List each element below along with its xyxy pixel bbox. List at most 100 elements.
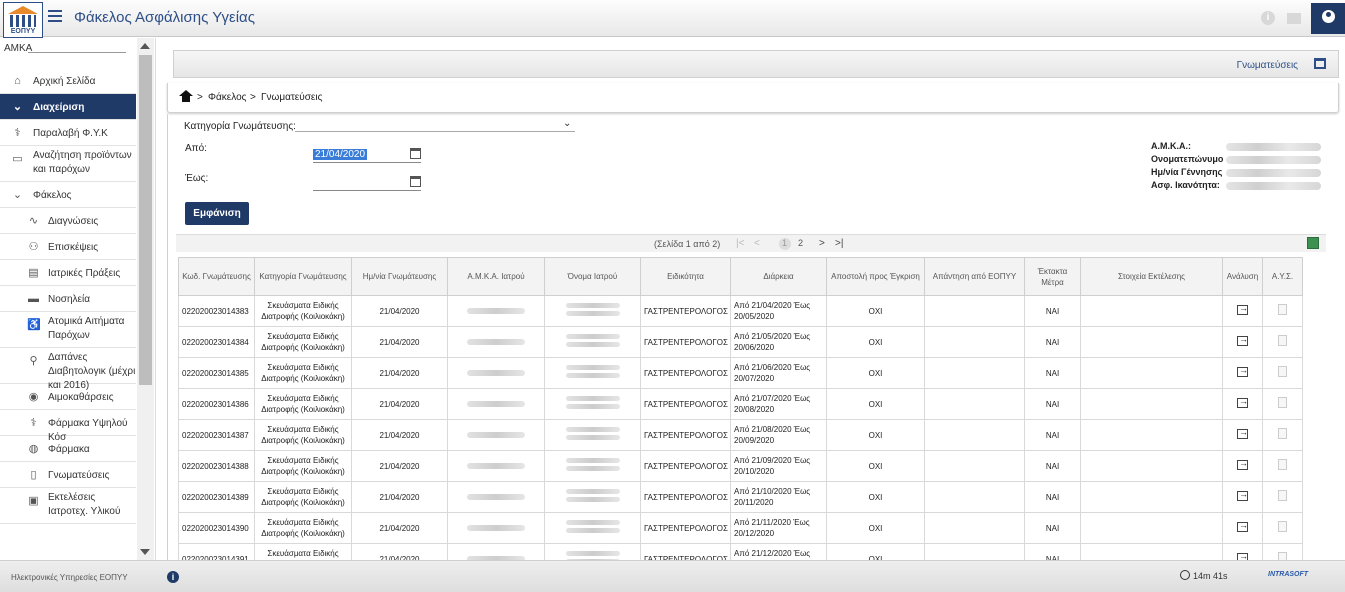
to-date-input[interactable] [313,175,421,191]
column-header[interactable]: Ημ/νία Γνωμάτευσης [351,257,448,296]
page-2[interactable]: 2 [798,238,803,248]
sidebar-item[interactable]: ▭ Αναζήτηση προϊόντων και παρόχων [0,146,136,182]
column-header[interactable]: Ειδικότητα [640,257,731,296]
sidebar-item[interactable]: ◉ Αιμοκαθάρσεις [0,384,136,410]
cell-category: Σκευάσματα Ειδικής Διατροφής (Κοιλιοκάκη… [254,450,352,482]
cell-duration: Από 21/07/2020 Έως 20/08/2020 [730,388,827,420]
open-analysis-icon[interactable] [1237,458,1248,470]
home-icon[interactable] [179,90,193,103]
table-row[interactable]: 022020023014387 Σκευάσματα Ειδικής Διατρο… [178,419,1303,451]
table-row[interactable]: 022020023014390 Σκευάσματα Ειδικής Διατρο… [178,512,1303,544]
hamburger-menu-icon[interactable] [48,10,62,24]
print-icon[interactable] [1314,58,1326,69]
open-analysis-icon[interactable] [1237,396,1248,408]
logo-text: ΕΟΠΥΥ [10,28,36,35]
sidebar-item[interactable]: ⚕ Φάρμακα Υψηλού Κόσ [0,410,136,443]
cell-eopyy-response [924,326,1025,358]
prev-page-icon[interactable]: < [754,238,760,249]
sidebar-item[interactable]: ▤ Ιατρικές Πράξεις [0,260,136,286]
last-page-icon[interactable]: >| [835,238,843,249]
table-row[interactable]: 022020023014384 Σκευάσματα Ειδικής Διατρο… [178,326,1303,358]
top-bar: ΕΟΠΥΥ Φάκελος Ασφάλισης Υγείας i [0,0,1345,38]
open-analysis-icon[interactable] [1237,365,1248,377]
sidebar-item[interactable]: ∿ Διαγνώσεις [0,208,136,234]
sidebar-scrollbar[interactable] [137,38,154,560]
calendar-icon[interactable] [410,176,421,187]
open-analysis-icon[interactable] [1237,427,1248,439]
sidebar-item[interactable]: ▣ Εκτελέσεις Ιατροτεχ. Υλικού [0,488,136,524]
table-row[interactable]: 022020023014385 Σκευάσματα Ειδικής Διατρο… [178,357,1303,389]
cell-doctor-name [544,481,641,513]
scroll-down-arrow-icon[interactable] [140,549,150,555]
cell-analysis [1222,295,1263,327]
column-header[interactable]: Αποστολή προς Έγκριση [826,257,925,296]
cell-duration: Από 21/11/2020 Έως 20/12/2020 [730,512,827,544]
cell-specialty: ΓΑΣΤΡΕΝΤΕΡΟΛΟΓΟΣ [640,295,731,327]
footer-services: Ηλεκτρονικές Υπηρεσίες ΕΟΠΥΥ [11,573,128,582]
sidebar-item-label: Παραλαβή Φ.Υ.Κ [33,128,108,139]
next-page-icon[interactable]: > [819,238,825,249]
sidebar-item[interactable]: ♿ Ατομικά Αιτήματα Παρόχων [0,312,136,348]
cell-execution-details [1080,419,1223,451]
page-1[interactable]: 1 [782,238,787,248]
cell-analysis [1222,326,1263,358]
info-icon[interactable]: i [167,571,179,583]
category-select[interactable] [295,131,575,132]
column-header[interactable]: Κατηγορία Γνωμάτευσης [254,257,352,296]
column-header[interactable]: Ανάλυση [1222,257,1263,296]
sidebar-item[interactable]: ▬ Νοσηλεία [0,286,136,312]
cell-urgent: ΝΑΙ [1024,295,1081,327]
redacted-value [467,493,525,500]
scroll-thumb[interactable] [139,55,152,385]
show-button[interactable]: Εμφάνιση [185,202,249,225]
column-header[interactable]: Α.Μ.Κ.Α. Ιατρού [447,257,545,296]
cell-code: 022020023014385 [178,357,255,389]
mail-icon[interactable] [1287,13,1301,24]
sidebar-nav: ⌂ Αρχική Σελίδα ⌄ Διαχείριση ⚕ Παραλαβή Φ.Υ.Κ… [0,68,136,524]
column-header[interactable]: Κωδ. Γνωμάτευσης [178,257,255,296]
column-header[interactable]: Στοιχεία Εκτέλεσης [1080,257,1223,296]
open-analysis-icon[interactable] [1237,334,1248,346]
sidebar-item[interactable]: ▯ Γνωματεύσεις [0,462,136,488]
column-header[interactable]: Διάρκεια [730,257,827,296]
intrasoft-logo: INTRASOFT [1268,571,1309,578]
first-page-icon[interactable]: |< [736,238,744,249]
user-account-button[interactable] [1311,3,1345,34]
cell-urgent: ΝΑΙ [1024,481,1081,513]
from-label: Από: [185,143,207,154]
sidebar-item[interactable]: ⌄ Διαχείριση [0,94,136,120]
amka-input[interactable] [28,52,126,53]
cell-category: Σκευάσματα Ειδικής Διατροφής (Κοιλιοκάκη… [254,357,352,389]
table-row[interactable]: 022020023014386 Σκευάσματα Ειδικής Διατρο… [178,388,1303,420]
table-row[interactable]: 022020023014383 Σκευάσματα Ειδικής Διατρο… [178,295,1303,327]
open-analysis-icon[interactable] [1237,489,1248,501]
column-header[interactable]: Έκτακτα Μέτρα [1024,257,1081,296]
table-row[interactable]: 022020023014389 Σκευάσματα Ειδικής Διατρο… [178,481,1303,513]
redacted-value [565,393,620,412]
open-analysis-icon[interactable] [1237,520,1248,532]
chevron-down-icon[interactable]: ⌄ [563,118,571,129]
sidebar-item[interactable]: ⚕ Παραλαβή Φ.Υ.Κ [0,120,136,146]
column-header[interactable]: Α.Υ.Σ. [1262,257,1303,296]
sidebar-item[interactable]: ◍ Φάρμακα [0,436,136,462]
sidebar-item[interactable]: ⚇ Επισκέψεις [0,234,136,260]
cell-category: Σκευάσματα Ειδικής Διατροφής (Κοιλιοκάκη… [254,326,352,358]
info-icon[interactable]: i [1261,11,1275,25]
table-row[interactable]: 022020023014388 Σκευάσματα Ειδικής Διατρο… [178,450,1303,482]
cell-specialty: ΓΑΣΤΡΕΝΤΕΡΟΛΟΓΟΣ [640,388,731,420]
sidebar-item[interactable]: ⚲ Δαπάνες Διαβητολογικ (μέχρι και 2016) [0,348,136,391]
column-header[interactable]: Όνομα Ιατρού [544,257,641,296]
open-analysis-icon[interactable] [1237,303,1248,315]
redacted-value [1226,156,1321,164]
calendar-icon[interactable] [410,148,421,159]
sidebar-item[interactable]: ⌂ Αρχική Σελίδα [0,68,136,94]
excel-export-icon[interactable] [1307,237,1319,249]
eopyy-logo[interactable]: ΕΟΠΥΥ [3,2,43,38]
scroll-up-arrow-icon[interactable] [140,43,150,49]
redacted-value [467,524,525,531]
from-date-input[interactable]: 21/04/2020 [313,147,421,163]
breadcrumb-folder[interactable]: Φάκελος [208,92,246,103]
cell-category: Σκευάσματα Ειδικής Διατροφής (Κοιλιοκάκη… [254,512,352,544]
column-header[interactable]: Απάντηση από ΕΟΠΥΥ [924,257,1025,296]
sidebar-item[interactable]: ⌄ Φάκελος [0,182,136,208]
